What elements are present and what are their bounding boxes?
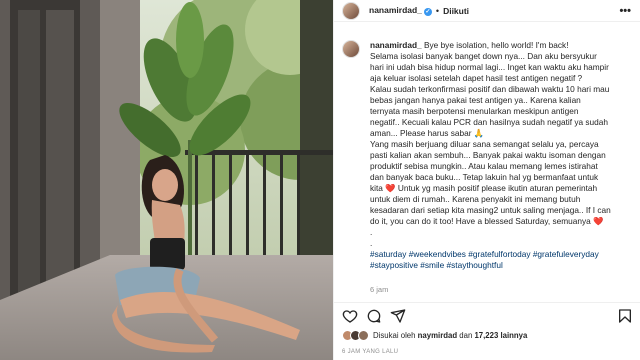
caption-line: produktif sebisa mungkin.. Atau kalau me… xyxy=(370,161,598,171)
more-dots-icon[interactable]: ••• xyxy=(619,5,631,17)
caption-username[interactable]: nanamirdad_ xyxy=(370,40,422,50)
action-bar xyxy=(334,302,640,324)
post-image[interactable] xyxy=(0,0,333,360)
caption-line: aja keluar isolasi setelah dapet hasil t… xyxy=(370,73,583,83)
save-bookmark-icon[interactable] xyxy=(617,308,633,324)
caption-line: hari ini udah bisa hidup normal lagi... … xyxy=(370,62,609,72)
posted-time: 6 JAM YANG LALU xyxy=(342,349,399,355)
author-username[interactable]: nanamirdad_ ✓ xyxy=(369,5,432,16)
likes-text: Disukai oleh naymirdad dan 17,223 lainny… xyxy=(373,331,527,340)
caption-body: nanamirdad_ Bye bye isolation, hello wor… xyxy=(370,40,634,271)
author-username-text[interactable]: nanamirdad_ xyxy=(369,5,422,15)
follow-status-button[interactable]: Diikuti xyxy=(443,6,469,16)
liker-avatar xyxy=(358,330,369,341)
hashtags-line[interactable]: #saturday #weekendvibes #gratefulfortoda… xyxy=(370,249,634,260)
author-avatar[interactable] xyxy=(342,1,360,20)
header-separator: • xyxy=(435,5,440,16)
caption-line: . xyxy=(370,227,373,237)
post-photo-illustration xyxy=(0,0,333,360)
caption-line: Untuk yg masih positif please ikutin atu… xyxy=(397,183,598,193)
heart-emoji-icon: ❤️ xyxy=(385,183,396,193)
likes-prefix: Disukai oleh xyxy=(373,331,416,340)
caption-line: kita xyxy=(370,183,383,193)
share-send-icon[interactable] xyxy=(390,308,406,324)
caption-line: Selama isolasi banyak banget down nya...… xyxy=(370,51,597,61)
likes-summary[interactable]: Disukai oleh naymirdad dan 17,223 lainny… xyxy=(342,330,527,341)
caption-timestamp: 6 jam xyxy=(370,285,389,294)
post-details-panel: nanamirdad_ ✓ • Diikuti ••• nanamirdad_ B… xyxy=(333,0,640,360)
caption-line: Yang masih berjuang diluar sana semangat… xyxy=(370,139,599,149)
caption-line: untuk diem di rumah.. Karena penyakit in… xyxy=(370,194,581,204)
caption-line: bebas jangan hanya pakai test antigen ya… xyxy=(370,95,581,105)
caption-line: dan banyak baca buku... Tetap lakuin hal… xyxy=(370,172,599,182)
likes-count[interactable]: 17,223 xyxy=(474,331,498,340)
likes-connector: dan xyxy=(459,331,473,340)
verified-badge-icon: ✓ xyxy=(423,8,432,16)
heart-emoji-icon: ❤️ xyxy=(593,216,604,226)
like-heart-icon[interactable] xyxy=(342,308,358,324)
caption-line: . xyxy=(370,238,373,248)
comment-icon[interactable] xyxy=(366,308,382,324)
caption-line: ternyata masih berpotensi menularkan mes… xyxy=(370,106,579,116)
caption-line: pasti kalian akan sembuh... Banyak pakai… xyxy=(370,150,606,160)
liker-username[interactable]: naymirdad xyxy=(418,331,457,340)
caption-line: negatif.. Kecuali kalau PCR dan hasilnya… xyxy=(370,117,609,127)
likes-suffix[interactable]: lainnya xyxy=(500,331,527,340)
caption-line: aman... Please harus sabar 🙏 xyxy=(370,128,485,138)
hashtags-line[interactable]: #staypositive #smile #staythoughtful xyxy=(370,260,634,271)
caption: nanamirdad_ Bye bye isolation, hello wor… xyxy=(342,40,634,271)
caption-first-line: Bye bye isolation, hello world! I'm back… xyxy=(423,40,569,50)
caption-line: kesadaran dari setiap kita masing2 untuk… xyxy=(370,205,611,215)
post-header: nanamirdad_ ✓ • Diikuti ••• xyxy=(334,0,640,22)
caption-author-avatar[interactable] xyxy=(342,40,360,58)
caption-line: Kalau sudah terkonfirmasi positif dan di… xyxy=(370,84,610,94)
caption-line: do it, you can do it too! Have a blessed… xyxy=(370,216,591,226)
